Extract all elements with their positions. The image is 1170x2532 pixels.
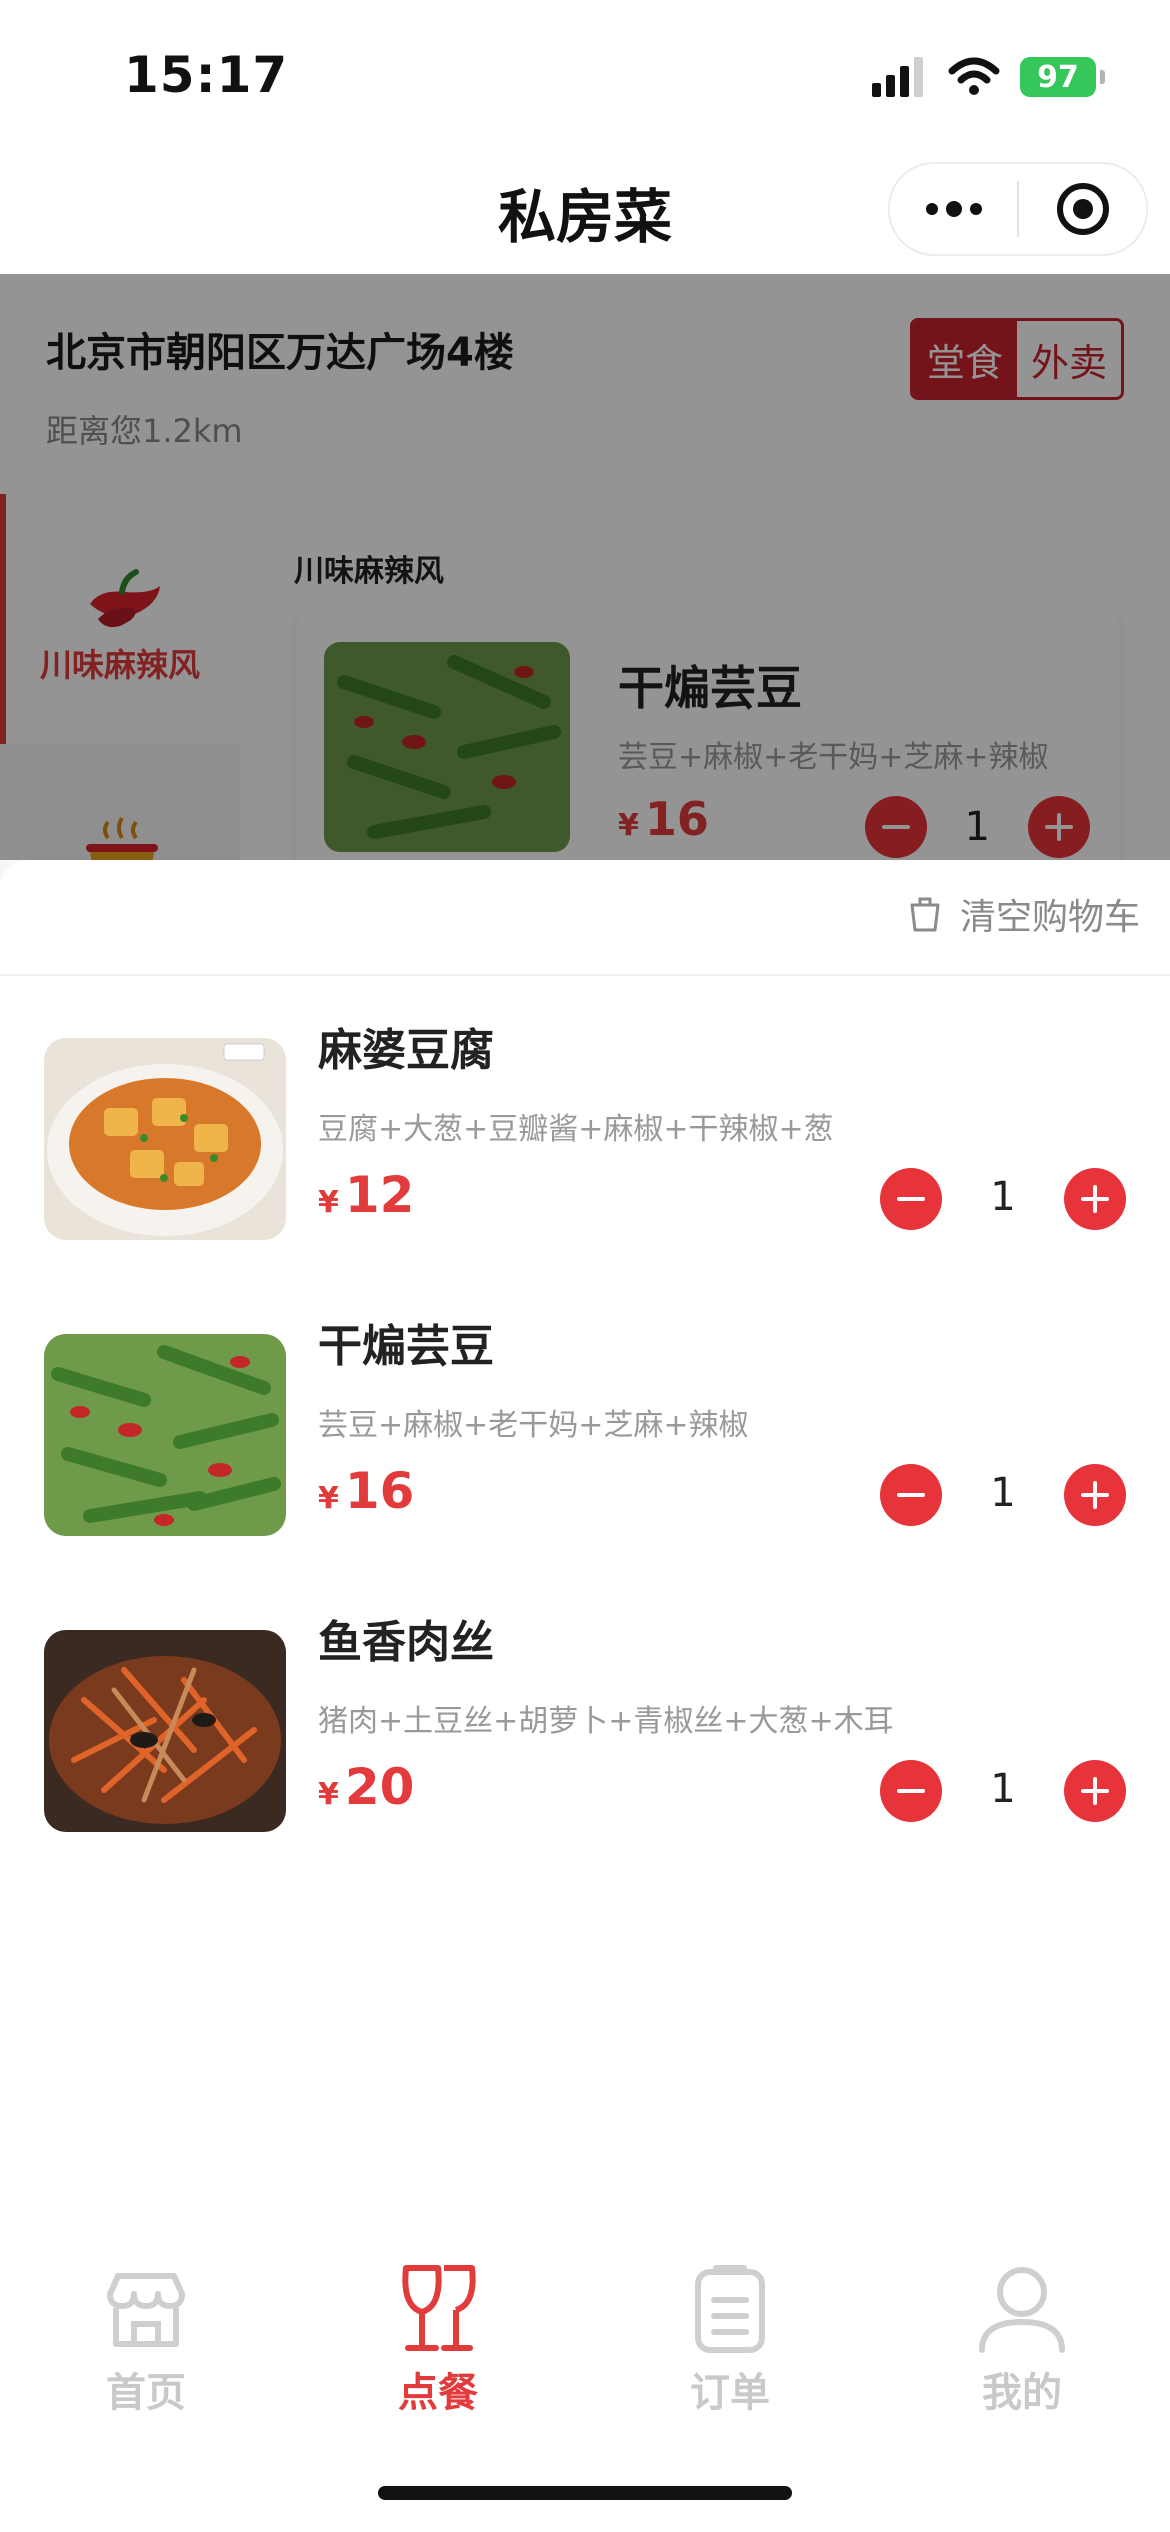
status-time: 15:17 <box>124 46 289 104</box>
status-bar: 15:17 97 <box>0 0 1170 140</box>
decrease-quantity-button[interactable] <box>880 1464 942 1526</box>
target-icon <box>1056 183 1109 235</box>
cart-item: 麻婆豆腐 豆腐+大葱+豆瓣酱+麻椒+干辣椒+葱 ¥12 1 <box>0 974 1170 1270</box>
currency-symbol: ¥ <box>318 1777 339 1812</box>
close-mini-program-button[interactable] <box>1019 164 1146 254</box>
dish-name: 干煸芸豆 <box>318 1321 494 1372</box>
tab-label: 首页 <box>106 2370 186 2416</box>
tab-home[interactable]: 首页 <box>0 2242 292 2462</box>
clear-cart-button[interactable]: 清空购物车 <box>908 888 1140 940</box>
quantity-value: 1 <box>990 1470 1016 1516</box>
quantity-value: 1 <box>990 1174 1016 1220</box>
tab-label: 点餐 <box>398 2370 478 2416</box>
price-value: 20 <box>344 1758 415 1816</box>
quantity-stepper: 1 <box>880 1760 1126 1822</box>
wine-glasses-icon <box>402 2265 476 2351</box>
dish-photo <box>44 1630 286 1832</box>
quantity-stepper: 1 <box>880 1168 1126 1230</box>
wifi-icon <box>948 57 1000 95</box>
increase-quantity-button[interactable] <box>1064 1760 1126 1822</box>
dish-price: ¥16 <box>318 1462 414 1520</box>
cart-header: 清空购物车 <box>0 860 1170 976</box>
modal-overlay[interactable] <box>0 274 1170 860</box>
dish-description: 豆腐+大葱+豆瓣酱+麻椒+干辣椒+葱 <box>318 1112 834 1147</box>
cellular-signal-icon <box>872 57 923 97</box>
dish-name: 鱼香肉丝 <box>318 1617 494 1668</box>
battery-indicator: 97 <box>1020 57 1105 97</box>
currency-symbol: ¥ <box>318 1185 339 1220</box>
dish-price: ¥12 <box>318 1166 414 1224</box>
more-dots-icon <box>925 201 982 217</box>
quantity-value: 1 <box>990 1766 1016 1812</box>
dish-name: 麻婆豆腐 <box>318 1025 494 1076</box>
mini-program-capsule <box>888 162 1148 256</box>
tab-label: 订单 <box>690 2370 770 2416</box>
increase-quantity-button[interactable] <box>1064 1168 1126 1230</box>
tab-order-food[interactable]: 点餐 <box>292 2242 584 2462</box>
increase-quantity-button[interactable] <box>1064 1464 1126 1526</box>
dish-description: 芸豆+麻椒+老干妈+芝麻+辣椒 <box>318 1408 749 1443</box>
decrease-quantity-button[interactable] <box>880 1760 942 1822</box>
price-value: 12 <box>344 1166 415 1224</box>
nav-bar: 私房菜 <box>0 140 1170 274</box>
tab-profile[interactable]: 我的 <box>876 2242 1168 2462</box>
currency-symbol: ¥ <box>318 1481 339 1516</box>
dish-photo <box>44 1038 286 1240</box>
status-icons: 97 <box>872 52 1105 102</box>
tab-orders[interactable]: 订单 <box>584 2242 876 2462</box>
tab-label: 我的 <box>982 2370 1062 2416</box>
store-icon <box>107 2273 185 2347</box>
price-value: 16 <box>344 1462 415 1520</box>
cart-item: 鱼香肉丝 猪肉+土豆丝+胡萝卜+青椒丝+大葱+木耳 ¥20 1 <box>0 1566 1170 1862</box>
cart-sheet: 清空购物车 麻婆豆腐 豆腐+大葱+豆瓣酱+麻椒+干辣椒+葱 ¥ 12 1 干煸芸… <box>0 860 1170 2240</box>
user-icon <box>979 2267 1065 2353</box>
dish-description: 猪肉+土豆丝+胡萝卜+青椒丝+大葱+木耳 <box>318 1704 894 1739</box>
decrease-quantity-button[interactable] <box>880 1168 942 1230</box>
clear-cart-label: 清空购物车 <box>959 897 1140 938</box>
dish-price: ¥20 <box>318 1758 414 1816</box>
dish-photo <box>44 1334 286 1536</box>
cart-item-list: 麻婆豆腐 豆腐+大葱+豆瓣酱+麻椒+干辣椒+葱 ¥12 1 干煸芸豆 芸豆+麻椒… <box>0 974 1170 1862</box>
quantity-stepper: 1 <box>880 1464 1126 1526</box>
trash-icon <box>910 897 940 932</box>
order-list-icon <box>695 2265 765 2353</box>
home-indicator <box>378 2486 792 2500</box>
more-button[interactable] <box>890 164 1017 254</box>
battery-level: 97 <box>1037 59 1079 95</box>
cart-item: 干煸芸豆 芸豆+麻椒+老干妈+芝麻+辣椒 ¥16 1 <box>0 1270 1170 1566</box>
